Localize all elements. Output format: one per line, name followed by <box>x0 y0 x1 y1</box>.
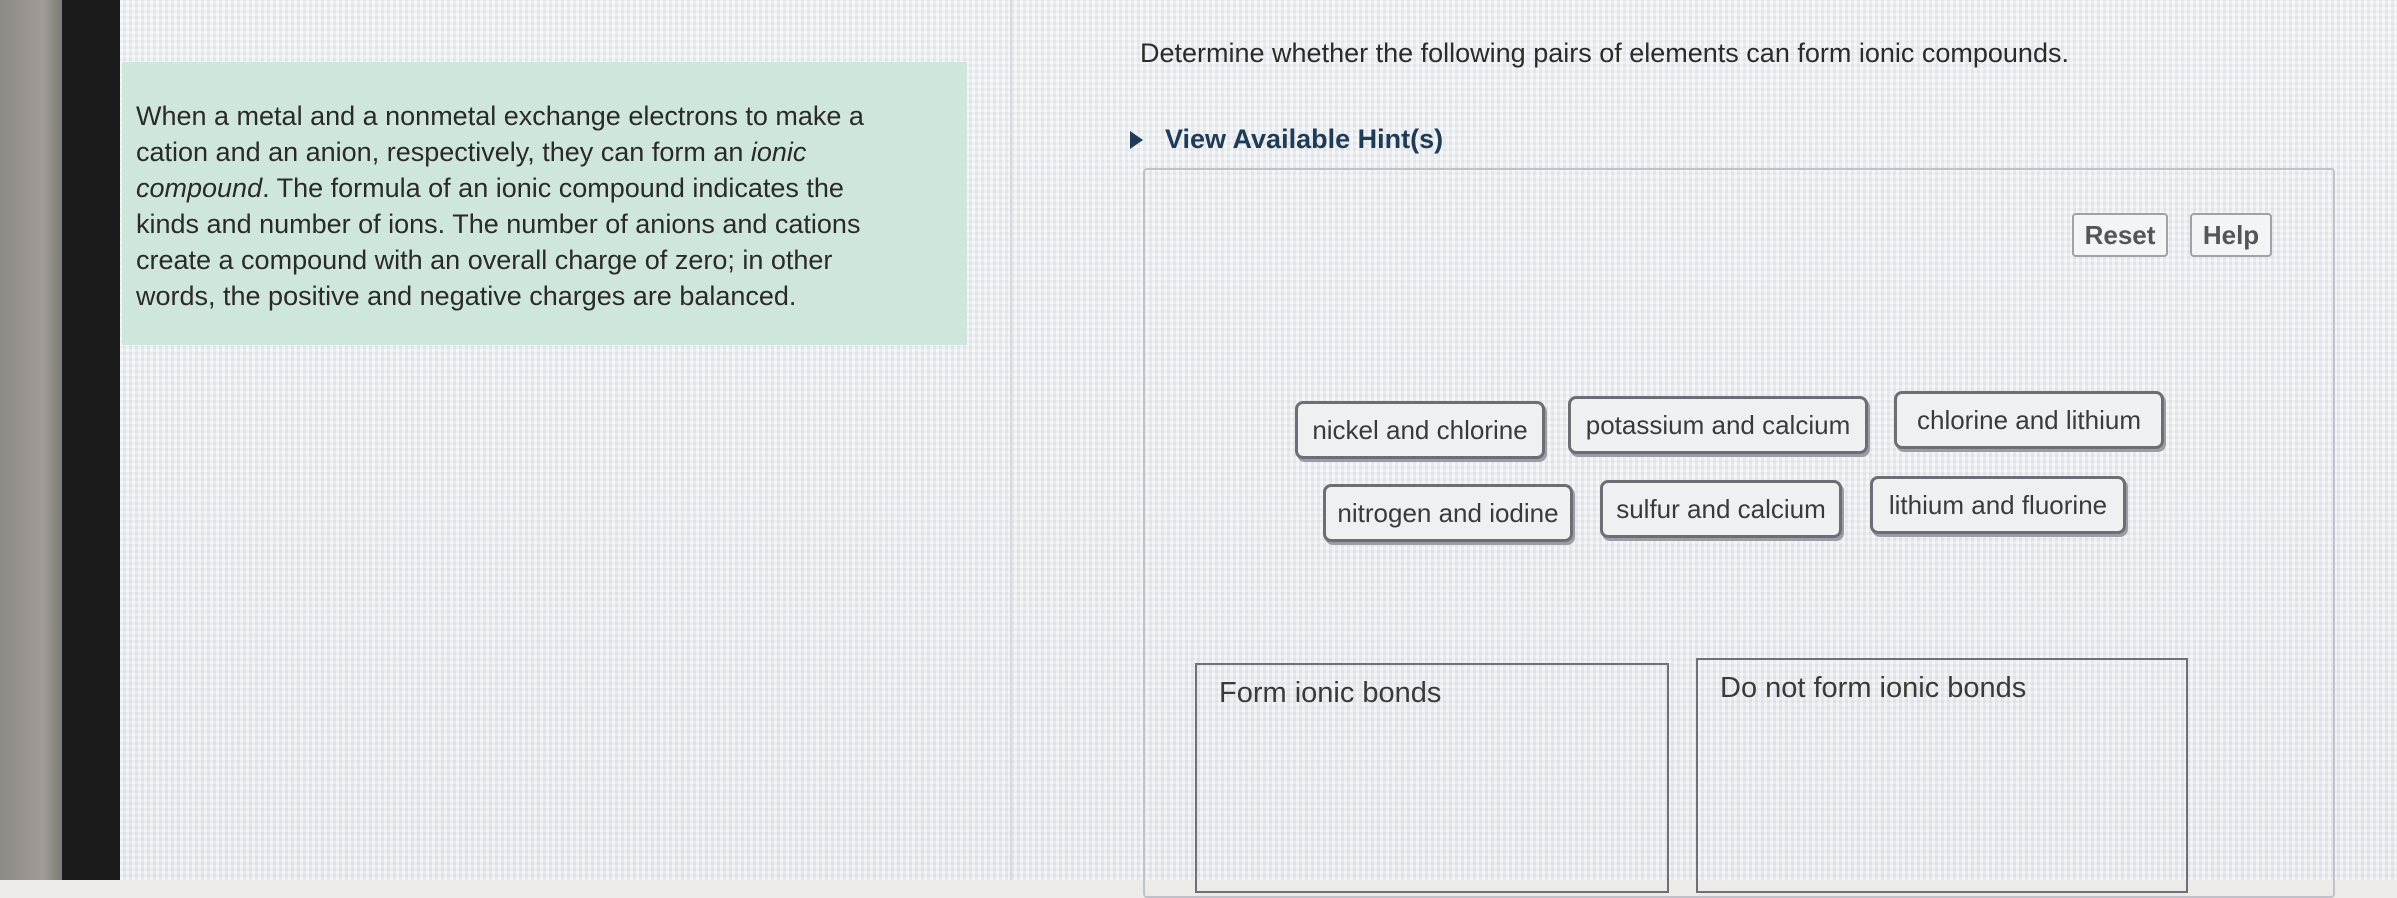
chip-nitrogen-iodine[interactable]: nitrogen and iodine <box>1323 484 1573 542</box>
column-divider <box>1010 0 1012 880</box>
intro-text: cation and an anion, respectively, they … <box>136 137 751 167</box>
intro-panel: When a metal and a nonmetal exchange ele… <box>122 62 967 345</box>
question-text: Determine whether the following pairs of… <box>1140 38 2069 68</box>
monitor-bezel-inner <box>62 0 120 880</box>
chip-nickel-chlorine[interactable]: nickel and chlorine <box>1295 401 1545 459</box>
chip-lithium-fluorine[interactable]: lithium and fluorine <box>1870 476 2126 534</box>
intro-line-3: compound. The formula of an ionic compou… <box>136 170 939 206</box>
dropzone-label: Form ionic bonds <box>1219 677 1442 709</box>
view-hints-toggle[interactable]: View Available Hint(s) <box>1130 124 1443 155</box>
hint-label: View Available Hint(s) <box>1165 124 1444 154</box>
dropzone-label: Do not form ionic bonds <box>1720 672 2027 704</box>
intro-term-compound: compound <box>136 173 263 203</box>
intro-line-2: cation and an anion, respectively, they … <box>136 134 939 170</box>
intro-line-6: words, the positive and negative charges… <box>136 281 797 311</box>
monitor-bezel-outer <box>0 0 62 880</box>
reset-button[interactable]: Reset <box>2072 213 2168 257</box>
caret-right-icon <box>1130 130 1143 149</box>
intro-line-5: create a compound with an overall charge… <box>136 245 833 275</box>
chip-potassium-calcium[interactable]: potassium and calcium <box>1568 396 1868 454</box>
dropzone-form-ionic-bonds[interactable]: Form ionic bonds <box>1195 663 1669 893</box>
intro-line-1: When a metal and a nonmetal exchange ele… <box>136 101 864 131</box>
chip-sulfur-calcium[interactable]: sulfur and calcium <box>1600 480 1842 538</box>
intro-line-4: kinds and number of ions. The number of … <box>136 209 861 239</box>
chip-chlorine-lithium[interactable]: chlorine and lithium <box>1894 391 2164 449</box>
intro-text: . The formula of an ionic compound indic… <box>262 173 844 203</box>
intro-term-ionic: ionic <box>750 137 807 167</box>
dropzone-do-not-form-ionic-bonds[interactable]: Do not form ionic bonds <box>1696 658 2188 893</box>
help-button[interactable]: Help <box>2190 213 2272 257</box>
